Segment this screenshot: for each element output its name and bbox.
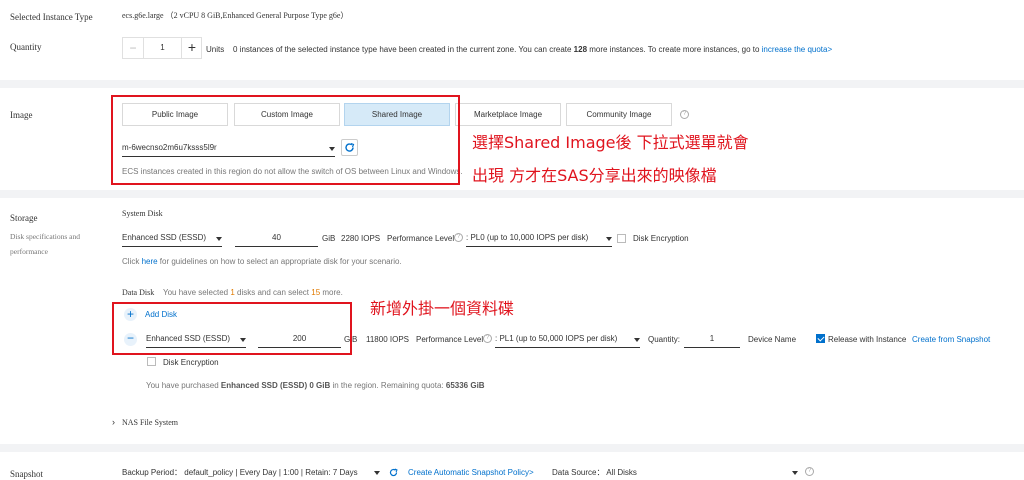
chevron-down-icon (606, 237, 612, 241)
disk-guide-link[interactable]: here (142, 257, 158, 266)
data-disk-perf-value: : PL1 (up to 50,000 IOPS per disk) (495, 334, 618, 343)
system-disk-unit: GiB (322, 234, 336, 243)
create-snapshot-policy-link[interactable]: Create Automatic Snapshot Policy> (408, 468, 534, 477)
snapshot-label: Snapshot (10, 469, 44, 479)
data-source-value: Data Source： All Disks (552, 468, 637, 477)
system-disk-perf-select[interactable]: : PL0 (up to 10,000 IOPS per disk) (466, 233, 612, 247)
increase-quota-link[interactable]: increase the quota> (762, 45, 833, 54)
nas-expand-icon[interactable]: › (112, 417, 115, 427)
backup-period-value: Backup Period： default_policy | Every Da… (122, 468, 358, 477)
system-disk-size-input[interactable]: 40 (235, 233, 318, 247)
remaining-quota: 65336 GiB (445, 381, 485, 390)
annotation-image-line1: 選擇Shared Image後 下拉式選單就會 (472, 133, 749, 152)
help-icon[interactable]: ? (805, 467, 814, 476)
system-disk-perf-label: Performance Level (387, 234, 455, 243)
quantity-stepper: − 1 + (122, 37, 202, 59)
data-disk-title: Data Disk (122, 288, 155, 297)
system-disk-title: System Disk (122, 209, 163, 218)
system-disk-encryption-checkbox[interactable] (617, 234, 626, 243)
instance-type-label: Selected Instance Type (10, 12, 93, 22)
chevron-down-icon (216, 237, 222, 241)
snapshot-refresh-button[interactable] (387, 466, 400, 480)
chevron-down-icon (792, 471, 798, 475)
data-disk-max-count: 15 (311, 288, 321, 297)
storage-label: Storage (10, 213, 38, 223)
purchased-mid: in the region. Remaining quota: (330, 381, 446, 390)
purchased-prefix: You have purchased (146, 381, 221, 390)
quantity-label: Quantity (10, 42, 42, 52)
chevron-down-icon (374, 471, 380, 475)
data-disk-encryption-checkbox[interactable] (147, 357, 156, 366)
annotation-data-disk: 新增外掛一個資料碟 (370, 299, 515, 318)
storage-sublabel-2: performance (10, 247, 48, 256)
data-disk-encryption-label: Disk Encryption (163, 358, 219, 367)
help-icon[interactable]: ? (454, 233, 463, 242)
system-disk-perf-value: : PL0 (up to 10,000 IOPS per disk) (466, 233, 589, 242)
help-icon[interactable]: ? (680, 110, 689, 119)
data-disk-perf-label: Performance Level (416, 335, 484, 344)
system-disk-iops: 2280 IOPS (341, 234, 381, 243)
instance-type-value: ecs.g6e.large （2 vCPU 8 GiB,Enhanced Gen… (122, 11, 349, 20)
section-divider (0, 80, 1024, 88)
data-disk-info-prefix: You have selected (163, 288, 231, 297)
data-disk-quantity-label: Quantity: (648, 335, 681, 344)
tab-community-image[interactable]: Community Image (566, 103, 672, 126)
annotation-image-line2: 出現 方才在SAS分享出來的映像檔 (472, 166, 717, 185)
image-label: Image (10, 110, 33, 120)
nas-file-system-toggle[interactable]: NAS File System (122, 418, 178, 427)
highlight-box-image (111, 95, 460, 185)
highlight-box-data-disk (112, 302, 352, 355)
create-from-snapshot-link[interactable]: Create from Snapshot (912, 335, 990, 344)
quantity-info-prefix: 0 instances of the selected instance typ… (233, 45, 574, 54)
system-disk-encryption-label: Disk Encryption (633, 234, 689, 243)
data-disk-perf-select[interactable]: : PL1 (up to 50,000 IOPS per disk) (495, 334, 640, 348)
system-disk-category: Enhanced SSD (ESSD) (122, 233, 207, 242)
purchased-info: You have purchased Enhanced SSD (ESSD) 0… (146, 381, 485, 390)
quantity-info-count: 128 (573, 45, 588, 54)
quantity-input[interactable]: 1 (144, 38, 181, 58)
storage-sublabel-1: Disk specifications and (10, 232, 80, 241)
help-icon[interactable]: ? (483, 334, 492, 343)
chevron-down-icon (634, 338, 640, 342)
quantity-info-suffix: more instances. To create more instances… (587, 45, 762, 54)
tab-marketplace-image[interactable]: Marketplace Image (455, 103, 561, 126)
data-disk-iops: 11800 IOPS (366, 335, 409, 344)
quantity-decrease-button[interactable]: − (123, 38, 144, 58)
backup-period-select[interactable]: Backup Period： default_policy | Every Da… (122, 467, 380, 480)
quantity-info: 0 instances of the selected instance typ… (233, 45, 832, 54)
data-disk-info: You have selected 1 disks and can select… (163, 288, 343, 297)
data-disk-info-mid: disks and can select (234, 288, 312, 297)
quantity-increase-button[interactable]: + (181, 38, 202, 58)
section-divider (0, 190, 1024, 198)
release-with-instance-checkbox[interactable] (816, 334, 825, 343)
data-disk-info-suffix: more. (320, 288, 343, 297)
disk-guide-prefix: Click (122, 257, 142, 266)
section-divider (0, 444, 1024, 452)
quantity-units: Units (206, 45, 225, 54)
data-disk-quantity-input[interactable]: 1 (684, 334, 740, 348)
data-source-select[interactable]: Data Source： All Disks (552, 467, 798, 480)
disk-guide-suffix: for guidelines on how to select an appro… (157, 257, 402, 266)
release-with-instance-label: Release with Instance (828, 335, 907, 344)
refresh-icon (389, 468, 398, 477)
data-disk-device-name: Device Name (748, 335, 797, 344)
disk-guide-text: Click here for guidelines on how to sele… (122, 257, 402, 266)
purchased-amount: Enhanced SSD (ESSD) 0 GiB (220, 381, 331, 390)
system-disk-category-select[interactable]: Enhanced SSD (ESSD) (122, 233, 222, 247)
